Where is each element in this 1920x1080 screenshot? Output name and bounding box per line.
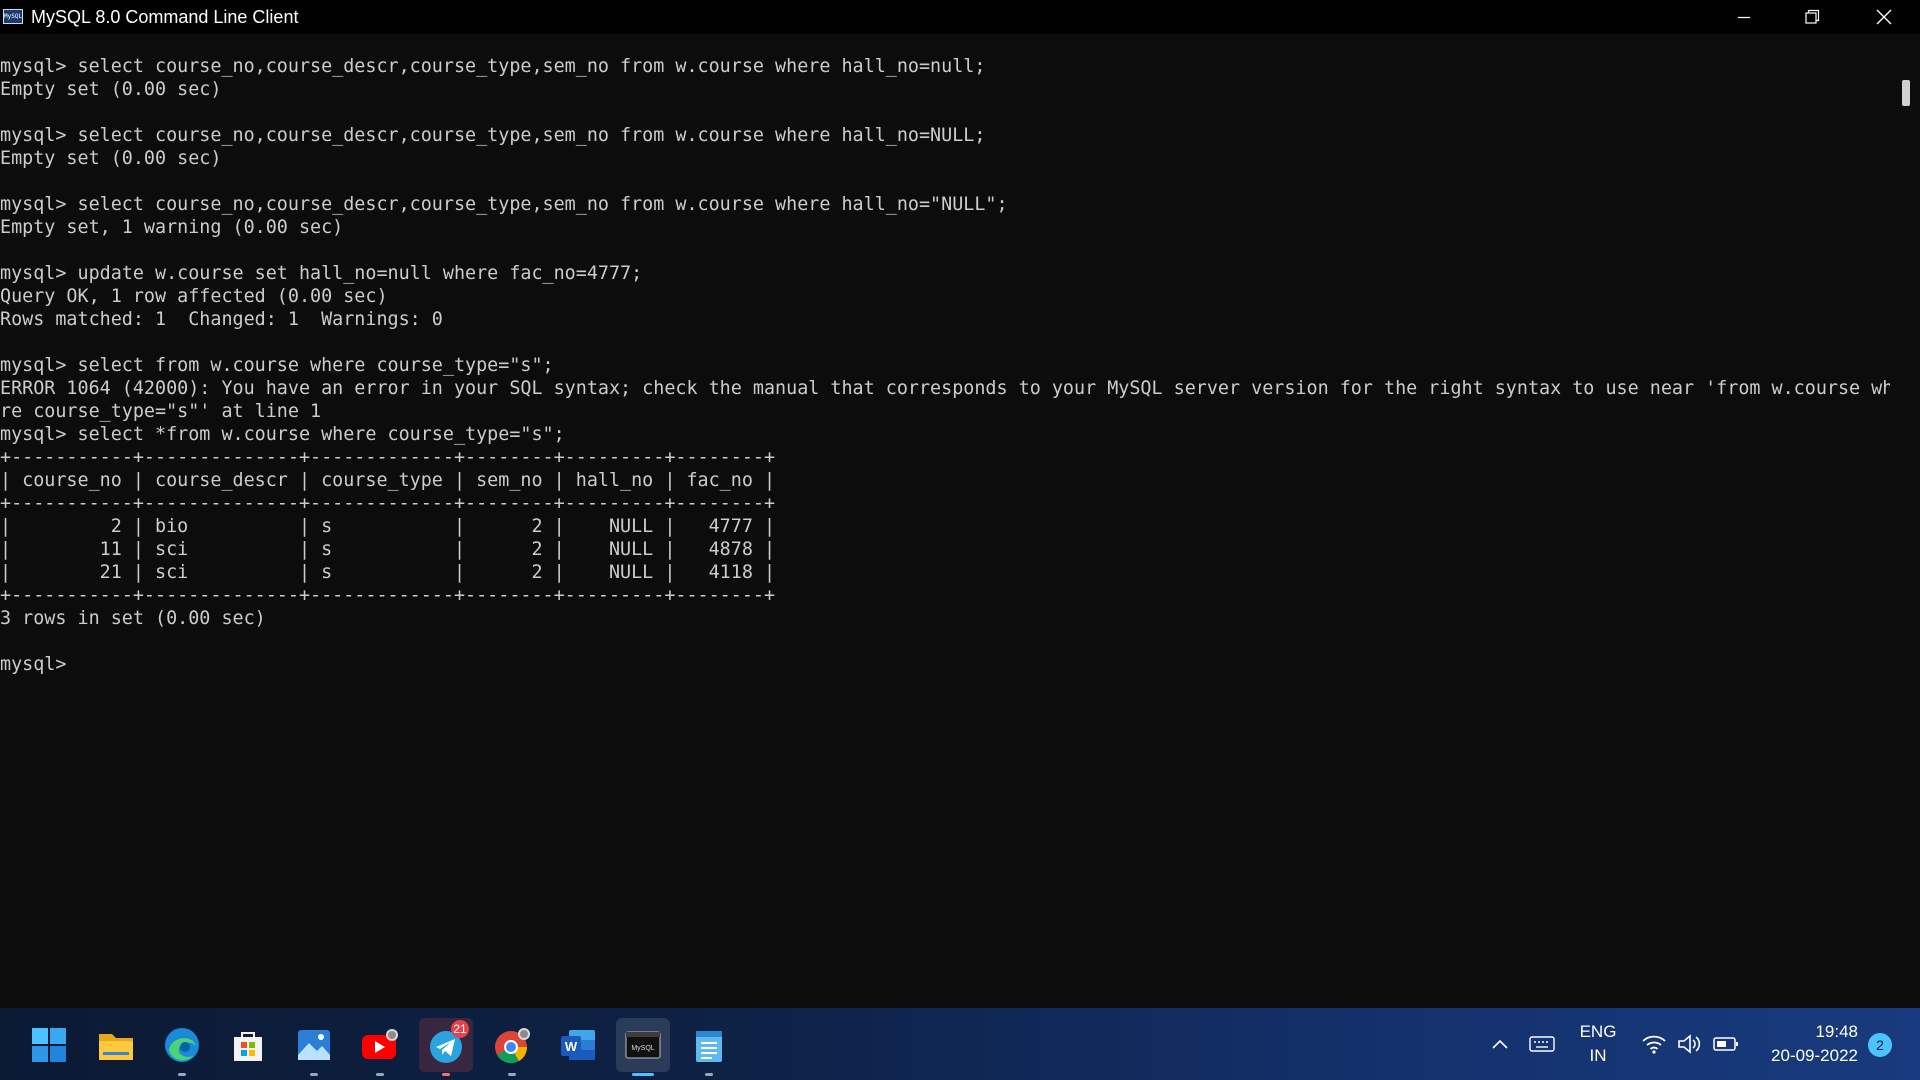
chrome-icon <box>495 1028 530 1064</box>
touch-keyboard-button[interactable] <box>1528 1030 1556 1058</box>
mysql-app-icon: MySQL <box>3 9 23 24</box>
taskbar-chrome[interactable] <box>485 1018 539 1076</box>
console-line: Rows matched: 1 Changed: 1 Warnings: 0 <box>0 309 443 330</box>
console-line: | course_no | course_descr | course_type… <box>0 470 776 491</box>
keyboard-icon <box>1529 1036 1555 1052</box>
file-explorer-icon <box>99 1034 133 1060</box>
console-line: Query OK, 1 row affected (0.00 sec) <box>0 286 388 307</box>
window-title: MySQL 8.0 Command Line Client <box>31 7 299 27</box>
wifi-icon <box>1642 1035 1666 1054</box>
console-line: mysql> select course_no,course_descr,cou… <box>0 56 986 77</box>
volume-button[interactable] <box>1676 1030 1704 1058</box>
taskbar-edge[interactable] <box>155 1018 209 1076</box>
console-line: mysql> select *from w.course where cours… <box>0 424 565 445</box>
speaker-icon <box>1678 1034 1701 1054</box>
youtube-icon <box>362 1029 398 1059</box>
word-icon-letter: W <box>565 1039 578 1054</box>
minimize-icon <box>1738 16 1750 19</box>
wifi-button[interactable] <box>1640 1030 1668 1058</box>
notepad-icon <box>696 1031 722 1062</box>
word-icon: W <box>561 1030 595 1060</box>
windows-start-icon <box>32 1028 66 1062</box>
console-line: 3 rows in set (0.00 sec) <box>0 608 266 629</box>
taskbar: 21 W MySQL ENG IN 19:48 20-09-2022 <box>0 1008 1920 1080</box>
edge-browser-icon <box>165 1028 199 1062</box>
taskbar-file-explorer[interactable] <box>89 1018 143 1072</box>
console-line: | 11 | sci | s | 2 | NULL | 4878 | <box>0 539 776 560</box>
taskbar-mysql-console[interactable]: MySQL <box>616 1018 670 1076</box>
close-button[interactable] <box>1850 0 1918 34</box>
restore-icon <box>1805 9 1820 24</box>
console-line: mysql> select course_no,course_descr,cou… <box>0 125 986 146</box>
console-line: +-----------+--------------+------------… <box>0 585 776 606</box>
photos-icon <box>298 1030 330 1060</box>
console-line: Empty set, 1 warning (0.00 sec) <box>0 217 344 238</box>
taskbar-store[interactable] <box>221 1018 275 1072</box>
console-line: | 21 | sci | s | 2 | NULL | 4118 | <box>0 562 776 583</box>
taskbar-youtube[interactable] <box>353 1018 407 1076</box>
taskbar-telegram[interactable]: 21 <box>419 1018 473 1076</box>
taskbar-notepad[interactable] <box>682 1018 736 1076</box>
console-line: re course_type="s"' at line 1 <box>0 401 322 422</box>
show-hidden-icons-button[interactable] <box>1486 1030 1514 1058</box>
mysql-icon-label: MySQL <box>631 1045 654 1052</box>
console-output: mysql> select course_no,course_descr,cou… <box>0 55 1890 676</box>
language-indicator-top[interactable]: ENG <box>1578 1022 1618 1042</box>
title-bar[interactable]: MySQL MySQL 8.0 Command Line Client <box>0 0 1920 34</box>
console-line: | 2 | bio | s | 2 | NULL | 4777 | <box>0 516 776 537</box>
console-line: mysql> select course_no,course_descr,cou… <box>0 194 1008 215</box>
console-line: mysql> update w.course set hall_no=null … <box>0 263 643 284</box>
console-line: Empty set (0.00 sec) <box>0 148 222 169</box>
mysql-console-icon: MySQL <box>625 1031 661 1059</box>
battery-icon <box>1713 1037 1738 1051</box>
console-line: mysql> <box>0 654 78 675</box>
notification-center-badge[interactable]: 2 <box>1868 1033 1892 1057</box>
minimize-button[interactable] <box>1710 0 1778 34</box>
clock-time[interactable]: 19:48 <box>1758 1022 1858 1042</box>
chevron-up-icon <box>1492 1039 1508 1049</box>
console-line: mysql> select from w.course where course… <box>0 355 554 376</box>
console-line: +-----------+--------------+------------… <box>0 493 776 514</box>
console-line: ERROR 1064 (42000): You have an error in… <box>0 378 1890 399</box>
console-line: +-----------+--------------+------------… <box>0 447 776 468</box>
clock-date[interactable]: 20-09-2022 <box>1758 1046 1858 1066</box>
language-indicator-bottom[interactable]: IN <box>1578 1046 1618 1066</box>
console-area[interactable]: mysql> select course_no,course_descr,cou… <box>0 34 1890 1008</box>
taskbar-word[interactable]: W <box>551 1018 605 1072</box>
scrollbar-thumb[interactable] <box>1902 80 1910 106</box>
vertical-scrollbar[interactable] <box>1890 34 1920 1008</box>
restore-button[interactable] <box>1778 0 1846 34</box>
console-line: Empty set (0.00 sec) <box>0 79 222 100</box>
start-button[interactable] <box>22 1018 76 1072</box>
battery-button[interactable] <box>1712 1030 1740 1058</box>
telegram-badge: 21 <box>451 1020 469 1038</box>
taskbar-photos[interactable] <box>287 1018 341 1076</box>
close-icon <box>1876 9 1892 25</box>
microsoft-store-icon <box>234 1032 262 1061</box>
